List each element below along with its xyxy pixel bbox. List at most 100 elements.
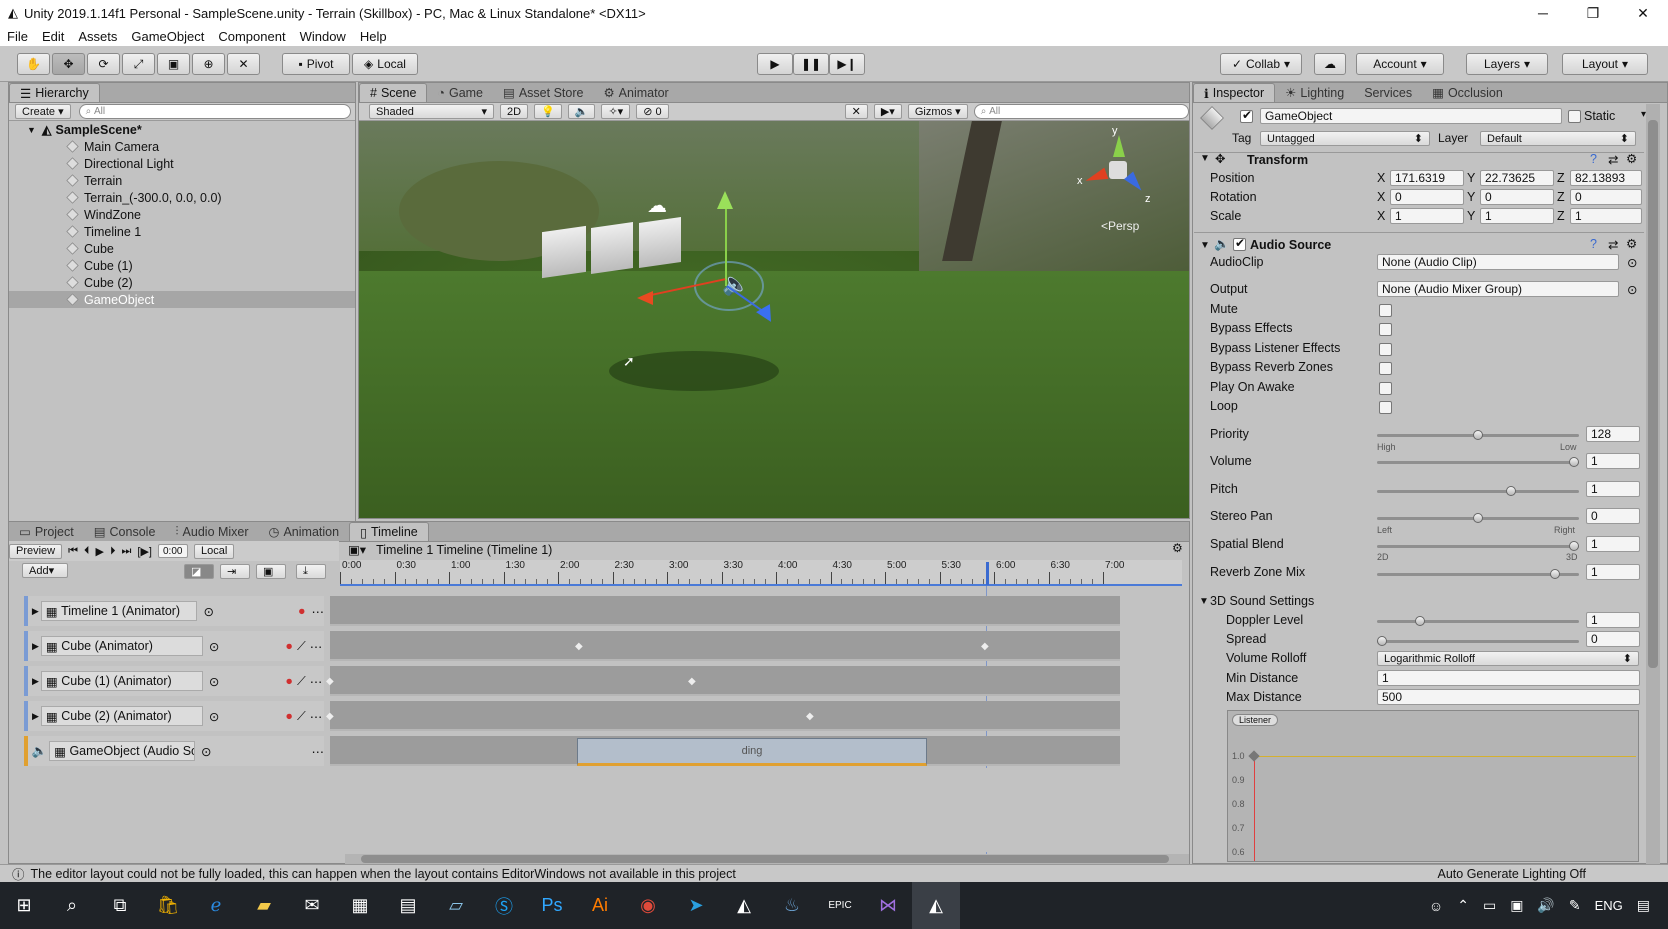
local-button[interactable]: ◈ Local (352, 53, 418, 75)
slider-knob[interactable] (1473, 513, 1483, 523)
tag-dropdown[interactable]: Untagged ⬍ (1260, 131, 1430, 146)
position-x-field[interactable]: 171.6319 (1390, 170, 1464, 186)
menu-file[interactable]: File (0, 29, 35, 44)
tab-asset-store[interactable]: ▤ Asset Store (493, 83, 593, 102)
hierarchy-search-input[interactable]: ⌕ All (78, 104, 351, 119)
loop-checkbox[interactable] (1379, 401, 1392, 414)
audioclip-field[interactable]: None (Audio Clip) (1377, 254, 1619, 270)
timeline-settings-icon[interactable]: ⚙ (1172, 541, 1183, 555)
directional-light-icon[interactable]: ☁ (647, 193, 667, 218)
calculator-icon[interactable]: ▤ (384, 882, 432, 929)
reverb-zone-mix-slider[interactable] (1377, 569, 1579, 579)
next-frame-icon[interactable]: ⏵ (110, 545, 116, 558)
skype-icon[interactable]: Ⓢ (480, 882, 528, 929)
transform-tool-icon[interactable]: ⊕ (192, 53, 225, 75)
edge-icon[interactable]: ℯ (192, 882, 240, 929)
settings-gear-icon[interactable]: ⚙ (1626, 151, 1637, 166)
network-icon[interactable]: ▣ (1510, 897, 1523, 914)
object-name-input[interactable]: GameObject (1260, 108, 1562, 124)
telegram-icon[interactable]: ➤ (672, 882, 720, 929)
pitch-field[interactable]: 1 (1586, 481, 1640, 497)
pen-icon[interactable]: ✎ (1569, 897, 1581, 914)
help-icon[interactable]: ? (1590, 152, 1597, 166)
spatial-blend-field[interactable]: 1 (1586, 536, 1640, 552)
scrollbar-thumb[interactable] (1648, 120, 1658, 668)
stereo-pan-field[interactable]: 0 (1586, 508, 1640, 524)
tools-toggle-icon[interactable]: ✕ (844, 104, 868, 119)
replace-mode-icon[interactable]: ▣ (256, 564, 286, 579)
search-icon[interactable]: ⌕ (48, 882, 96, 929)
position-z-field[interactable]: 82.13893 (1570, 170, 1642, 186)
account-dropdown[interactable]: Account ▾ (1356, 53, 1444, 75)
timeline-lane[interactable]: ◆ ◆ (326, 666, 1120, 696)
timeline-lane[interactable]: ding (330, 736, 1120, 766)
play-icon[interactable]: ▶ (96, 545, 104, 558)
tab-scene[interactable]: # Scene (359, 83, 428, 102)
time-field[interactable]: 0:00 (157, 544, 188, 558)
object-picker-icon[interactable]: ⊙ (203, 604, 213, 619)
status-message[interactable]: The editor layout could not be fully loa… (31, 867, 736, 881)
notes-icon[interactable]: ▱ (432, 882, 480, 929)
layer-dropdown[interactable]: Default ⬍ (1480, 131, 1636, 146)
volume-field[interactable]: 1 (1586, 453, 1640, 469)
curves-icon[interactable]: ⟋ (297, 639, 306, 654)
preset-icon[interactable]: ⇄ (1608, 237, 1618, 252)
track-cube-1[interactable]: ▶ ▦ Cube (1) (Animator) ⊙ ● ⟋ ⋯ (24, 666, 324, 696)
epic-games-icon[interactable]: EPIC (816, 882, 864, 929)
object-picker-icon[interactable]: ⊙ (209, 674, 219, 689)
file-explorer-icon[interactable]: ▰ (240, 882, 288, 929)
volume-icon[interactable]: 🔊 (1537, 897, 1554, 914)
cloud-button[interactable]: ☁ (1314, 53, 1346, 75)
volume-slider[interactable] (1377, 457, 1579, 467)
spread-slider[interactable] (1377, 636, 1579, 646)
tray-arrow-icon[interactable]: ⌃ (1457, 897, 1469, 914)
tab-lighting[interactable]: ☀ Lighting (1275, 83, 1354, 102)
max-distance-field[interactable]: 500 (1377, 689, 1640, 705)
menu-help[interactable]: Help (353, 29, 394, 44)
slider-knob[interactable] (1569, 457, 1579, 467)
output-field[interactable]: None (Audio Mixer Group) (1377, 281, 1619, 297)
effects-toggle-icon[interactable]: ✧▾ (601, 104, 631, 119)
tab-console[interactable]: ▤ Console (84, 522, 166, 541)
bypass-listener-effects-checkbox[interactable] (1379, 343, 1392, 356)
menu-assets[interactable]: Assets (71, 29, 124, 44)
slider-knob[interactable] (1473, 430, 1483, 440)
keyframe-icon[interactable]: ◆ (575, 641, 583, 652)
mail-icon[interactable]: ✉ (288, 882, 336, 929)
timeline-scrollbar[interactable] (345, 854, 1189, 864)
bypass-effects-checkbox[interactable] (1379, 323, 1392, 336)
preset-icon[interactable]: ⇄ (1608, 152, 1618, 167)
expand-arrow-icon[interactable]: ▶ (32, 676, 39, 687)
rotation-z-field[interactable]: 0 (1570, 189, 1642, 205)
track-cube-2[interactable]: ▶ ▦ Cube (2) (Animator) ⊙ ● ⟋ ⋯ (24, 701, 324, 731)
keyframe-icon[interactable]: ◆ (688, 676, 696, 687)
timeline-lane[interactable]: ◆ ◆ (326, 701, 1120, 731)
collapse-arrow-icon[interactable]: ▼ (1200, 240, 1210, 251)
edit-mode-icon[interactable]: ◪ (184, 564, 214, 579)
unity-hub-icon[interactable]: ◭ (720, 882, 768, 929)
play-range-icon[interactable]: [▶] (137, 545, 152, 558)
scene-viewport[interactable]: ☁ 🔈 ➚ y x z <Persp (359, 121, 1189, 518)
photoshop-icon[interactable]: Ps (528, 882, 576, 929)
pause-button[interactable]: ❚❚ (793, 53, 829, 75)
add-track-dropdown[interactable]: Add ▾ (22, 563, 68, 578)
hierarchy-item[interactable]: Directional Light (9, 155, 355, 172)
play-on-awake-checkbox[interactable] (1379, 382, 1392, 395)
volume-rolloff-dropdown[interactable]: Logarithmic Rolloff ⬍ (1377, 651, 1639, 666)
hierarchy-item[interactable]: WindZone (9, 206, 355, 223)
audio-toggle-icon[interactable]: 🔈 (567, 104, 596, 119)
bypass-reverb-zones-checkbox[interactable] (1379, 362, 1392, 375)
goto-end-icon[interactable]: ⏭ (122, 545, 132, 558)
priority-field[interactable]: 128 (1586, 426, 1640, 442)
slider-knob[interactable] (1569, 541, 1579, 551)
hand-tool-icon[interactable]: ✋ (17, 53, 50, 75)
object-picker-icon[interactable]: ⊙ (1627, 255, 1637, 270)
track-menu-icon[interactable]: ⋯ (310, 674, 323, 689)
track-menu-icon[interactable]: ⋯ (311, 744, 324, 759)
track-cube[interactable]: ▶ ▦ Cube (Animator) ⊙ ● ⟋ ⋯ (24, 631, 324, 661)
tab-services[interactable]: Services (1354, 83, 1422, 102)
slider-knob[interactable] (1505, 486, 1516, 496)
collapse-arrow-icon[interactable]: ▼ (1200, 153, 1210, 164)
curve-key-icon[interactable] (1248, 750, 1260, 762)
doppler-level-field[interactable]: 1 (1586, 612, 1640, 628)
